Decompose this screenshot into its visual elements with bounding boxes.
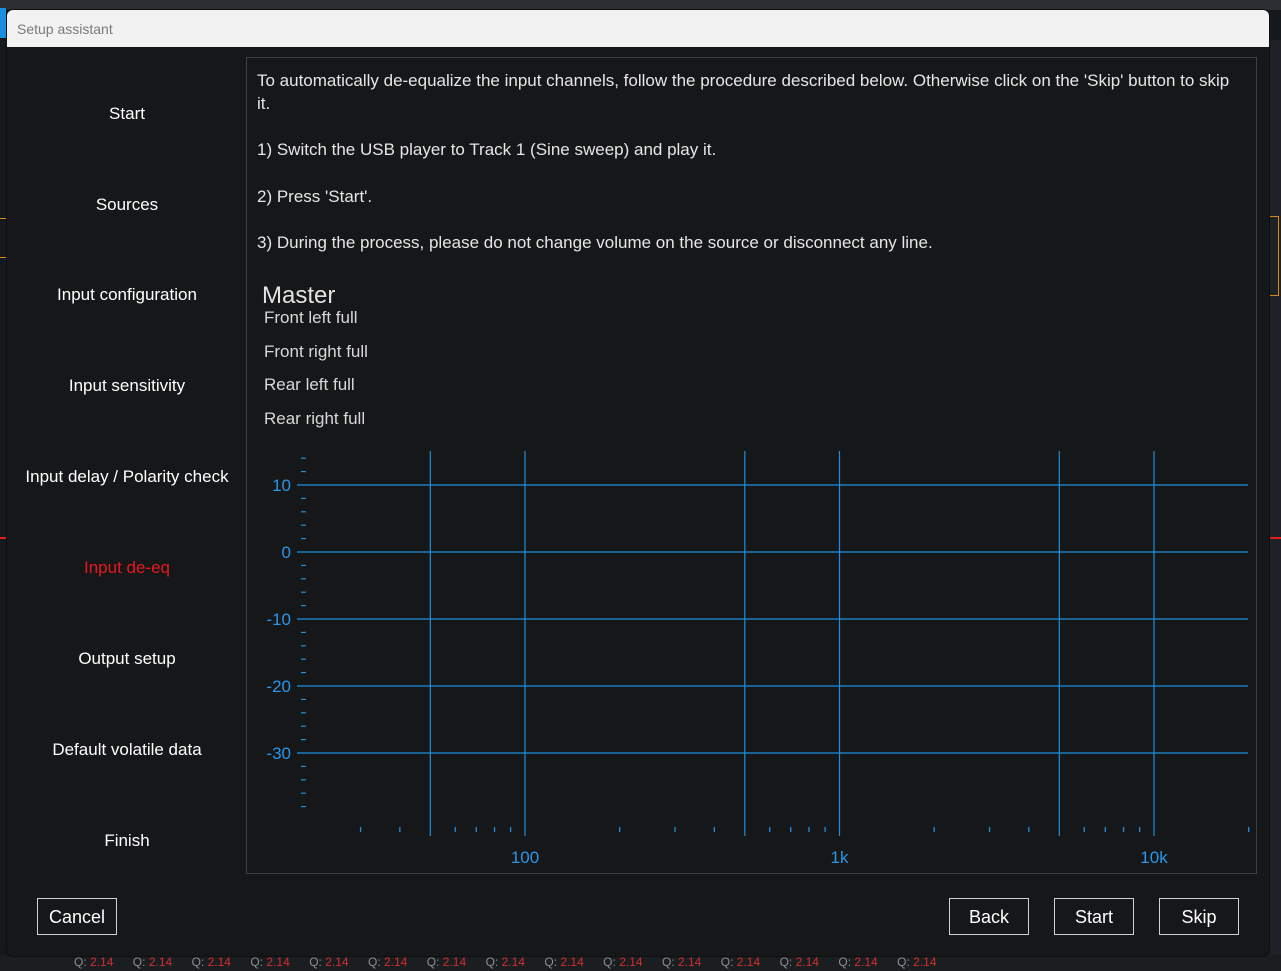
- y-tick-label: -30: [266, 744, 291, 763]
- background-q-value: Q: 2.14: [485, 955, 525, 969]
- legend-front-right-full[interactable]: Front right full: [264, 342, 368, 362]
- background-q-value: Q: 2.14: [603, 955, 643, 969]
- step-input-de-eq[interactable]: Input de-eq: [7, 558, 247, 578]
- y-tick-label: 10: [272, 476, 291, 495]
- background-q-value: Q: 2.14: [74, 955, 114, 969]
- background-q-value: Q: 2.14: [720, 955, 761, 969]
- background-q-values: Q: 2.14 Q: 2.14 Q: 2.14 Q: 2.14 Q: 2.14 Q: 2.…: [74, 955, 956, 969]
- back-button[interactable]: Back: [949, 898, 1029, 935]
- setup-assistant-dialog: Setup assistant Start Sources Input conf…: [7, 10, 1269, 956]
- background-marker: [1269, 537, 1281, 539]
- x-tick-label: 100: [511, 848, 539, 867]
- step-input-delay-polarity[interactable]: Input delay / Polarity check: [7, 467, 247, 487]
- instruction-step-2: 2) Press 'Start'.: [257, 187, 373, 206]
- legend-group-master: Master: [262, 282, 336, 309]
- background-q-value: Q: 2.14: [250, 955, 290, 969]
- legend-rear-right-full[interactable]: Rear right full: [264, 409, 365, 429]
- start-button[interactable]: Start: [1054, 898, 1134, 935]
- background-q-value: Q: 2.14: [132, 955, 173, 969]
- skip-button[interactable]: Skip: [1159, 898, 1239, 935]
- y-tick-label: -20: [266, 677, 291, 696]
- background-q-value: Q: 2.14: [544, 955, 584, 969]
- frequency-response-chart: 100-10-20-30100 1k 10k: [266, 451, 1250, 867]
- background-q-value: Q: 2.14: [367, 955, 408, 969]
- content-panel: To automatically de-equalize the input c…: [246, 57, 1257, 874]
- step-output-setup[interactable]: Output setup: [7, 649, 247, 669]
- background-q-value: Q: 2.14: [426, 955, 467, 969]
- background-q-value: Q: 2.14: [309, 955, 349, 969]
- x-tick-label: 10k: [1140, 848, 1168, 867]
- background-q-value: Q: 2.14: [191, 955, 231, 969]
- y-tick-label: 0: [282, 543, 291, 562]
- step-input-sensitivity[interactable]: Input sensitivity: [7, 376, 247, 396]
- steps-sidebar: Start Sources Input configuration Input …: [7, 57, 247, 877]
- step-finish[interactable]: Finish: [7, 831, 247, 851]
- dialog-title: Setup assistant: [7, 10, 1269, 47]
- legend-front-left-full[interactable]: Front left full: [264, 308, 358, 328]
- instruction-step-3: 3) During the process, please do not cha…: [257, 233, 933, 252]
- step-start[interactable]: Start: [7, 104, 247, 124]
- step-sources[interactable]: Sources: [7, 195, 247, 215]
- background-highlight: [1269, 216, 1279, 296]
- instruction-intro: To automatically de-equalize the input c…: [257, 71, 1230, 113]
- background-q-value: Q: 2.14: [661, 955, 702, 969]
- background-q-value: Q: 2.14: [838, 955, 878, 969]
- instruction-step-1: 1) Switch the USB player to Track 1 (Sin…: [257, 140, 717, 159]
- background-accent: [0, 8, 6, 38]
- x-tick-label: 1k: [831, 848, 849, 867]
- step-default-volatile-data[interactable]: Default volatile data: [7, 740, 247, 760]
- y-tick-label: -10: [266, 610, 291, 629]
- legend-rear-left-full[interactable]: Rear left full: [264, 375, 355, 395]
- step-input-configuration[interactable]: Input configuration: [7, 285, 247, 305]
- background-right-panel: [1269, 40, 1281, 970]
- background-app-bar: [0, 0, 1281, 10]
- background-q-value: Q: 2.14: [897, 955, 937, 969]
- background-q-value: Q: 2.14: [779, 955, 819, 969]
- cancel-button[interactable]: Cancel: [37, 898, 117, 935]
